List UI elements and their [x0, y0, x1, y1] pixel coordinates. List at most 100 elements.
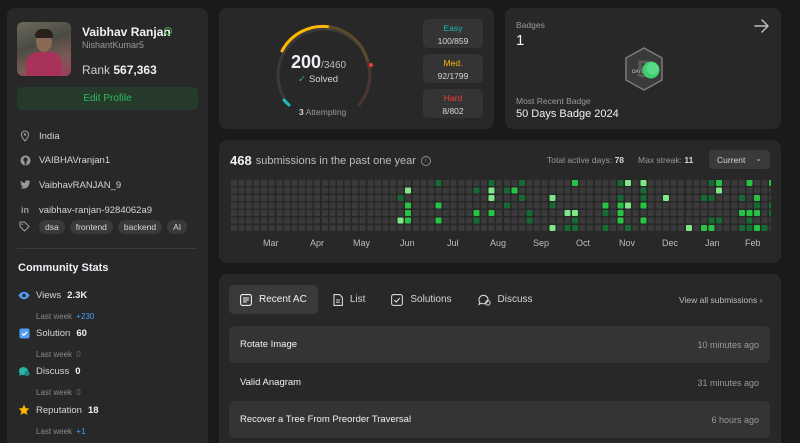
- heatmap-cell[interactable]: [557, 225, 563, 231]
- heatmap-cell[interactable]: [648, 180, 654, 186]
- heatmap-cell[interactable]: [496, 195, 502, 201]
- heatmap-cell[interactable]: [359, 225, 366, 231]
- heatmap-cell[interactable]: [435, 225, 442, 231]
- heatmap-cell[interactable]: [511, 180, 518, 186]
- heatmap-cell[interactable]: [261, 187, 267, 194]
- heatmap-cell[interactable]: [359, 210, 366, 216]
- heatmap-cell[interactable]: [359, 180, 366, 186]
- heatmap-cell[interactable]: [526, 210, 533, 216]
- heatmap-cell[interactable]: [534, 217, 540, 224]
- heatmap-cell[interactable]: [579, 202, 586, 209]
- heatmap-cell[interactable]: [458, 180, 465, 186]
- heatmap-cell[interactable]: [466, 180, 472, 186]
- heatmap-cell[interactable]: [723, 187, 730, 194]
- info-icon[interactable]: i: [420, 155, 431, 166]
- heatmap-cell[interactable]: [587, 180, 593, 186]
- heatmap-cell[interactable]: [526, 217, 533, 224]
- heatmap-cell[interactable]: [587, 202, 593, 209]
- heatmap-cell[interactable]: [541, 195, 548, 201]
- heatmap-cell[interactable]: [382, 217, 389, 224]
- heatmap-cell[interactable]: [769, 195, 771, 201]
- heatmap-cell[interactable]: [686, 210, 692, 216]
- heatmap-cell[interactable]: [299, 217, 305, 224]
- heatmap-cell[interactable]: [246, 180, 252, 186]
- heatmap-cell[interactable]: [557, 180, 563, 186]
- heatmap-cell[interactable]: [519, 225, 525, 231]
- heatmap-cell[interactable]: [686, 187, 692, 194]
- heatmap-cell[interactable]: [595, 187, 601, 194]
- heatmap-cell[interactable]: [534, 195, 540, 201]
- heatmap-cell[interactable]: [306, 202, 313, 209]
- heatmap-cell[interactable]: [761, 195, 768, 201]
- heatmap-cell[interactable]: [716, 217, 722, 224]
- heatmap-cell[interactable]: [405, 225, 411, 231]
- heatmap-cell[interactable]: [663, 195, 669, 201]
- heatmap-cell[interactable]: [701, 180, 707, 186]
- heatmap-cell[interactable]: [731, 202, 738, 209]
- heatmap-cell[interactable]: [739, 217, 745, 224]
- heatmap-cell[interactable]: [701, 217, 707, 224]
- heatmap-cell[interactable]: [352, 187, 358, 194]
- heatmap-cell[interactable]: [519, 202, 525, 209]
- heatmap-cell[interactable]: [625, 225, 631, 231]
- heatmap-cell[interactable]: [390, 187, 396, 194]
- heatmap-cell[interactable]: [754, 210, 760, 216]
- heatmap-cell[interactable]: [276, 195, 283, 201]
- heatmap-cell[interactable]: [231, 217, 237, 224]
- heatmap-cell[interactable]: [443, 187, 449, 194]
- heatmap-cell[interactable]: [731, 217, 738, 224]
- heatmap-cell[interactable]: [663, 202, 669, 209]
- heatmap-cell[interactable]: [595, 217, 601, 224]
- heatmap-cell[interactable]: [663, 180, 669, 186]
- heatmap-cell[interactable]: [678, 225, 684, 231]
- heatmap-cell[interactable]: [337, 202, 343, 209]
- heatmap-cell[interactable]: [754, 202, 760, 209]
- heatmap-cell[interactable]: [397, 187, 404, 194]
- heatmap-cell[interactable]: [655, 217, 662, 224]
- list-item[interactable]: Valid Anagram 31 minutes ago: [229, 364, 770, 401]
- heatmap-cell[interactable]: [367, 187, 374, 194]
- heatmap-cell[interactable]: [496, 180, 502, 186]
- heatmap-cell[interactable]: [291, 187, 298, 194]
- heatmap-cell[interactable]: [231, 202, 237, 209]
- heatmap-cell[interactable]: [617, 180, 624, 186]
- heatmap-cell[interactable]: [443, 217, 449, 224]
- heatmap-cell[interactable]: [428, 202, 434, 209]
- heatmap-cell[interactable]: [693, 225, 700, 231]
- arrow-right-icon[interactable]: [754, 19, 770, 33]
- heatmap-cell[interactable]: [268, 210, 275, 216]
- heatmap-cell[interactable]: [625, 180, 631, 186]
- heatmap-cell[interactable]: [443, 210, 449, 216]
- heatmap-cell[interactable]: [375, 187, 381, 194]
- heatmap-cell[interactable]: [686, 195, 692, 201]
- heatmap-cell[interactable]: [397, 225, 404, 231]
- heatmap-cell[interactable]: [534, 187, 540, 194]
- view-all-submissions-link[interactable]: View all submissions ›: [679, 295, 762, 305]
- heatmap-cell[interactable]: [488, 202, 495, 209]
- heatmap-cell[interactable]: [231, 187, 237, 194]
- heatmap-cell[interactable]: [306, 195, 313, 201]
- heatmap-cell[interactable]: [322, 225, 328, 231]
- heatmap-cell[interactable]: [253, 217, 260, 224]
- heatmap-cell[interactable]: [382, 195, 389, 201]
- heatmap-cell[interactable]: [519, 180, 525, 186]
- heatmap-cell[interactable]: [549, 202, 556, 209]
- heatmap-cell[interactable]: [746, 195, 753, 201]
- heatmap-cell[interactable]: [299, 180, 305, 186]
- heatmap-cell[interactable]: [541, 180, 548, 186]
- heatmap-cell[interactable]: [268, 195, 275, 201]
- heatmap-cell[interactable]: [466, 217, 472, 224]
- badge-50-days-icon[interactable]: 5 DAYS: [621, 46, 667, 92]
- heatmap-cell[interactable]: [261, 225, 267, 231]
- heatmap-cell[interactable]: [466, 225, 472, 231]
- heatmap-cell[interactable]: [466, 210, 472, 216]
- heatmap-cell[interactable]: [481, 195, 487, 201]
- avatar[interactable]: [17, 22, 71, 76]
- heatmap-cell[interactable]: [352, 202, 358, 209]
- heatmap-cell[interactable]: [602, 202, 609, 209]
- heatmap-cell[interactable]: [511, 210, 518, 216]
- heatmap-cell[interactable]: [534, 180, 540, 186]
- heatmap-cell[interactable]: [390, 210, 396, 216]
- heatmap-cell[interactable]: [352, 217, 358, 224]
- heatmap-cell[interactable]: [648, 210, 654, 216]
